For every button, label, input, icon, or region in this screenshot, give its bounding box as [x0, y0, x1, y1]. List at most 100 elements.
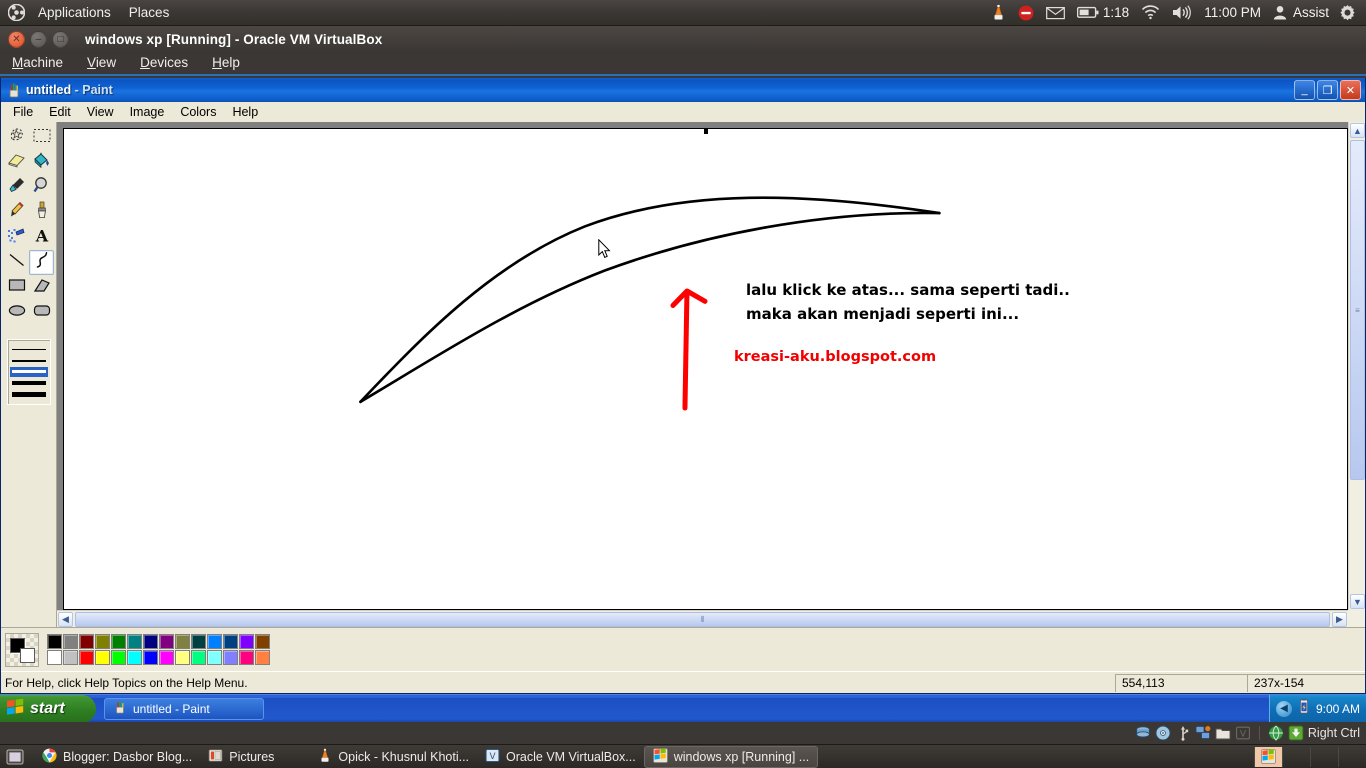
battery-icon[interactable]: 1:18 [1071, 0, 1135, 26]
taskbar-item-pictures[interactable]: Pictures [200, 746, 282, 768]
xp-clock[interactable]: 9:00 AM [1316, 702, 1360, 716]
color-swatch[interactable] [255, 650, 270, 665]
color-swatch[interactable] [239, 634, 254, 649]
rounded-rectangle-tool[interactable] [29, 300, 54, 325]
taskbar-item-vlc[interactable]: Opick - Khusnul Khoti... [310, 746, 477, 768]
vlc-cone-icon[interactable] [985, 0, 1012, 26]
polygon-tool[interactable] [29, 275, 54, 300]
workspace-2[interactable] [1282, 746, 1310, 767]
color-swatch[interactable] [127, 634, 142, 649]
brush-tool[interactable] [29, 200, 54, 225]
vbox-menu-machine[interactable]: Machine [0, 51, 75, 75]
shared-folder-icon[interactable] [1215, 725, 1231, 741]
chevron-up-icon[interactable]: ▲ [1350, 123, 1365, 138]
taskbar-item-windows-xp[interactable]: windows xp [Running] ... [643, 745, 819, 768]
color-swatch[interactable] [207, 634, 222, 649]
line-width-option-3[interactable] [9, 366, 48, 377]
minimize-icon[interactable]: – [30, 30, 47, 48]
chevron-down-icon[interactable]: ▼ [1350, 594, 1365, 609]
volume-icon[interactable] [1166, 0, 1198, 26]
airbrush-tool[interactable] [4, 225, 29, 250]
color-swatch[interactable] [175, 634, 190, 649]
line-width-option-1[interactable] [10, 344, 48, 354]
magnifier-tool[interactable] [29, 175, 54, 200]
color-swatch[interactable] [207, 650, 222, 665]
fill-tool[interactable] [29, 150, 54, 175]
applications-menu[interactable]: Applications [29, 0, 120, 26]
workspace-3[interactable] [1310, 746, 1338, 767]
canvas-vertical-scrollbar[interactable]: ▲ ≡ ▼ [1348, 122, 1365, 610]
workspace-1[interactable] [1254, 746, 1282, 767]
ellipse-tool[interactable] [4, 300, 29, 325]
paint-menu-file[interactable]: File [5, 103, 41, 121]
free-form-select-tool[interactable] [4, 125, 29, 150]
taskbar-item-virtualbox-manager[interactable]: V Oracle VM VirtualBox... [477, 746, 644, 768]
usb-icon[interactable] [1175, 725, 1191, 741]
restore-icon[interactable]: ❐ [1317, 80, 1338, 100]
line-width-option-2[interactable] [10, 356, 48, 366]
show-desktop-icon[interactable] [4, 748, 26, 766]
envelope-icon[interactable] [1040, 0, 1071, 26]
xp-task-button-paint[interactable]: untitled - Paint [104, 697, 264, 720]
pencil-tool[interactable] [4, 200, 29, 225]
maximize-icon[interactable]: □ [52, 30, 69, 48]
text-tool[interactable]: A [29, 225, 54, 250]
virtualbox-titlebar[interactable]: ✕ – □ windows xp [Running] - Oracle VM V… [0, 26, 1366, 52]
user-icon[interactable] [1267, 0, 1293, 26]
line-width-option-4[interactable] [10, 378, 48, 388]
do-not-disturb-icon[interactable] [1012, 0, 1040, 26]
color-swatch[interactable] [191, 650, 206, 665]
color-swatch[interactable] [159, 650, 174, 665]
vbox-menu-view[interactable]: View [75, 51, 128, 75]
paint-titlebar[interactable]: untitled - Paint _ ❐ ✕ [1, 78, 1365, 102]
color-swatch[interactable] [223, 634, 238, 649]
color-swatch[interactable] [255, 634, 270, 649]
background-color-swatch[interactable] [20, 647, 35, 663]
color-swatch[interactable] [79, 650, 94, 665]
paint-menu-view[interactable]: View [79, 103, 122, 121]
vertical-scroll-thumb[interactable]: ≡ [1350, 140, 1365, 480]
color-swatch[interactable] [111, 634, 126, 649]
paint-menu-colors[interactable]: Colors [172, 103, 224, 121]
color-picker-tool[interactable] [4, 175, 29, 200]
hard-disk-icon[interactable] [1135, 725, 1151, 741]
battery-power-icon[interactable] [1297, 698, 1311, 719]
color-swatch[interactable] [191, 634, 206, 649]
line-width-option-5[interactable] [10, 390, 48, 400]
color-swatch[interactable] [79, 634, 94, 649]
color-swatch[interactable] [143, 650, 158, 665]
eraser-tool[interactable] [4, 150, 29, 175]
color-swatch[interactable] [63, 634, 78, 649]
close-icon[interactable]: ✕ [8, 30, 25, 48]
chevron-right-icon[interactable]: ▶ [1332, 612, 1347, 627]
chevron-left-icon[interactable]: ◀ [58, 612, 73, 627]
horizontal-scroll-thumb[interactable]: ⦀ [75, 612, 1330, 627]
curve-tool[interactable] [29, 250, 54, 275]
color-swatch[interactable] [127, 650, 142, 665]
paint-menu-help[interactable]: Help [224, 103, 266, 121]
chevron-left-icon[interactable]: ◀ [1275, 700, 1292, 717]
rectangular-select-tool[interactable] [29, 125, 54, 150]
color-swatch[interactable] [239, 650, 254, 665]
color-swatch[interactable] [223, 650, 238, 665]
color-swatch[interactable] [159, 634, 174, 649]
paint-canvas[interactable]: lalu klick ke atas... sama seperti tadi.… [63, 128, 1348, 610]
color-swatch[interactable] [63, 650, 78, 665]
canvas-horizontal-scrollbar[interactable]: ◀ ⦀ ▶ [57, 610, 1348, 627]
host-key-icon[interactable] [1288, 725, 1304, 741]
wifi-icon[interactable] [1135, 0, 1166, 26]
line-tool[interactable] [4, 250, 29, 275]
start-button[interactable]: start [0, 694, 96, 723]
ubuntu-logo-icon[interactable] [3, 0, 29, 26]
vbox-menu-devices[interactable]: Devices [128, 51, 200, 75]
assist-user-label[interactable]: Assist [1293, 5, 1333, 20]
close-icon[interactable]: ✕ [1340, 80, 1361, 100]
color-swatch[interactable] [47, 650, 62, 665]
color-swatch[interactable] [111, 650, 126, 665]
places-menu[interactable]: Places [120, 0, 179, 26]
rectangle-tool[interactable] [4, 275, 29, 300]
color-swatch[interactable] [47, 634, 62, 649]
canvas-resize-handle-top[interactable] [703, 129, 708, 134]
ubuntu-clock[interactable]: 11:00 PM [1198, 5, 1267, 20]
vbox-menu-help[interactable]: Help [200, 51, 252, 75]
